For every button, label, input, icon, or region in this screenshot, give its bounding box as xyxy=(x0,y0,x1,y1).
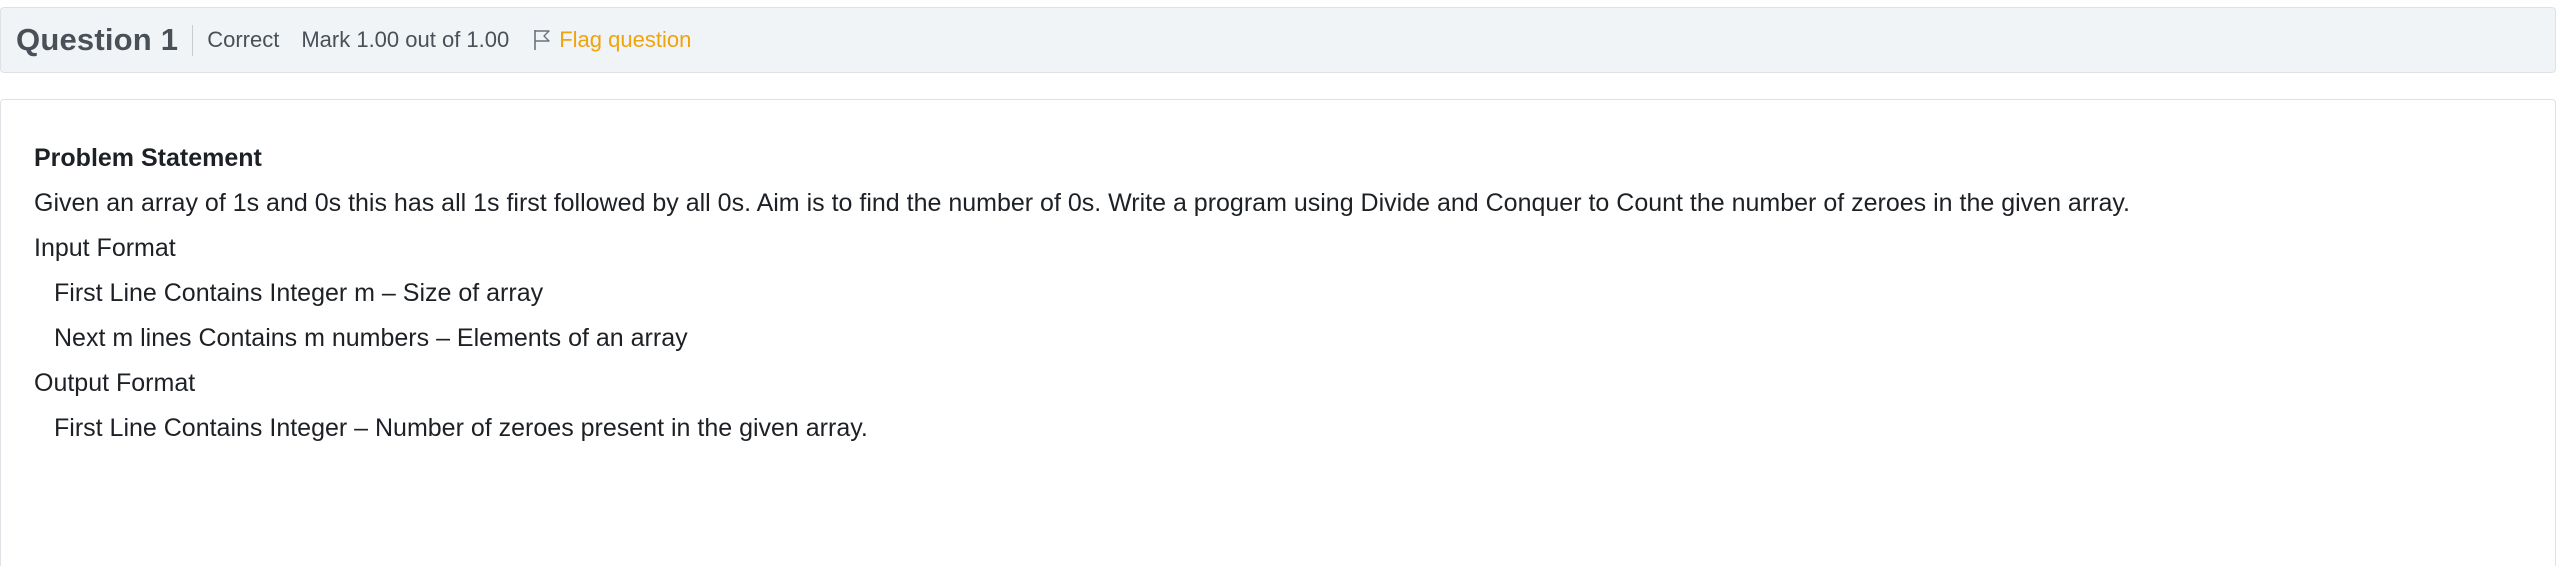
problem-description: Given an array of 1s and 0s this has all… xyxy=(34,189,2130,217)
flag-outline-icon xyxy=(534,30,550,50)
input-format-label: Input Format xyxy=(34,234,176,262)
output-format-label: Output Format xyxy=(34,369,196,397)
problem-statement-heading: Problem Statement xyxy=(34,144,262,172)
question-content: Problem Statement Given an array of 1s a… xyxy=(0,99,2556,566)
input-format-line-1: First Line Contains Integer m – Size of … xyxy=(54,279,544,307)
flag-question-label[interactable]: Flag question xyxy=(559,27,691,53)
question-info-bar: Question 1 Correct Mark 1.00 out of 1.00… xyxy=(0,7,2556,73)
question-number: Question 1 xyxy=(16,22,179,57)
flag-question-link[interactable]: Flag question xyxy=(533,27,691,53)
question-page: Question 1 Correct Mark 1.00 out of 1.00… xyxy=(0,0,2556,566)
info-divider xyxy=(192,24,194,56)
question-grade: Mark 1.00 out of 1.00 xyxy=(301,27,510,52)
input-format-line-2: Next m lines Contains m numbers – Elemen… xyxy=(54,324,688,352)
question-state: Correct xyxy=(207,27,280,52)
output-format-line-1: First Line Contains Integer – Number of … xyxy=(54,414,868,442)
